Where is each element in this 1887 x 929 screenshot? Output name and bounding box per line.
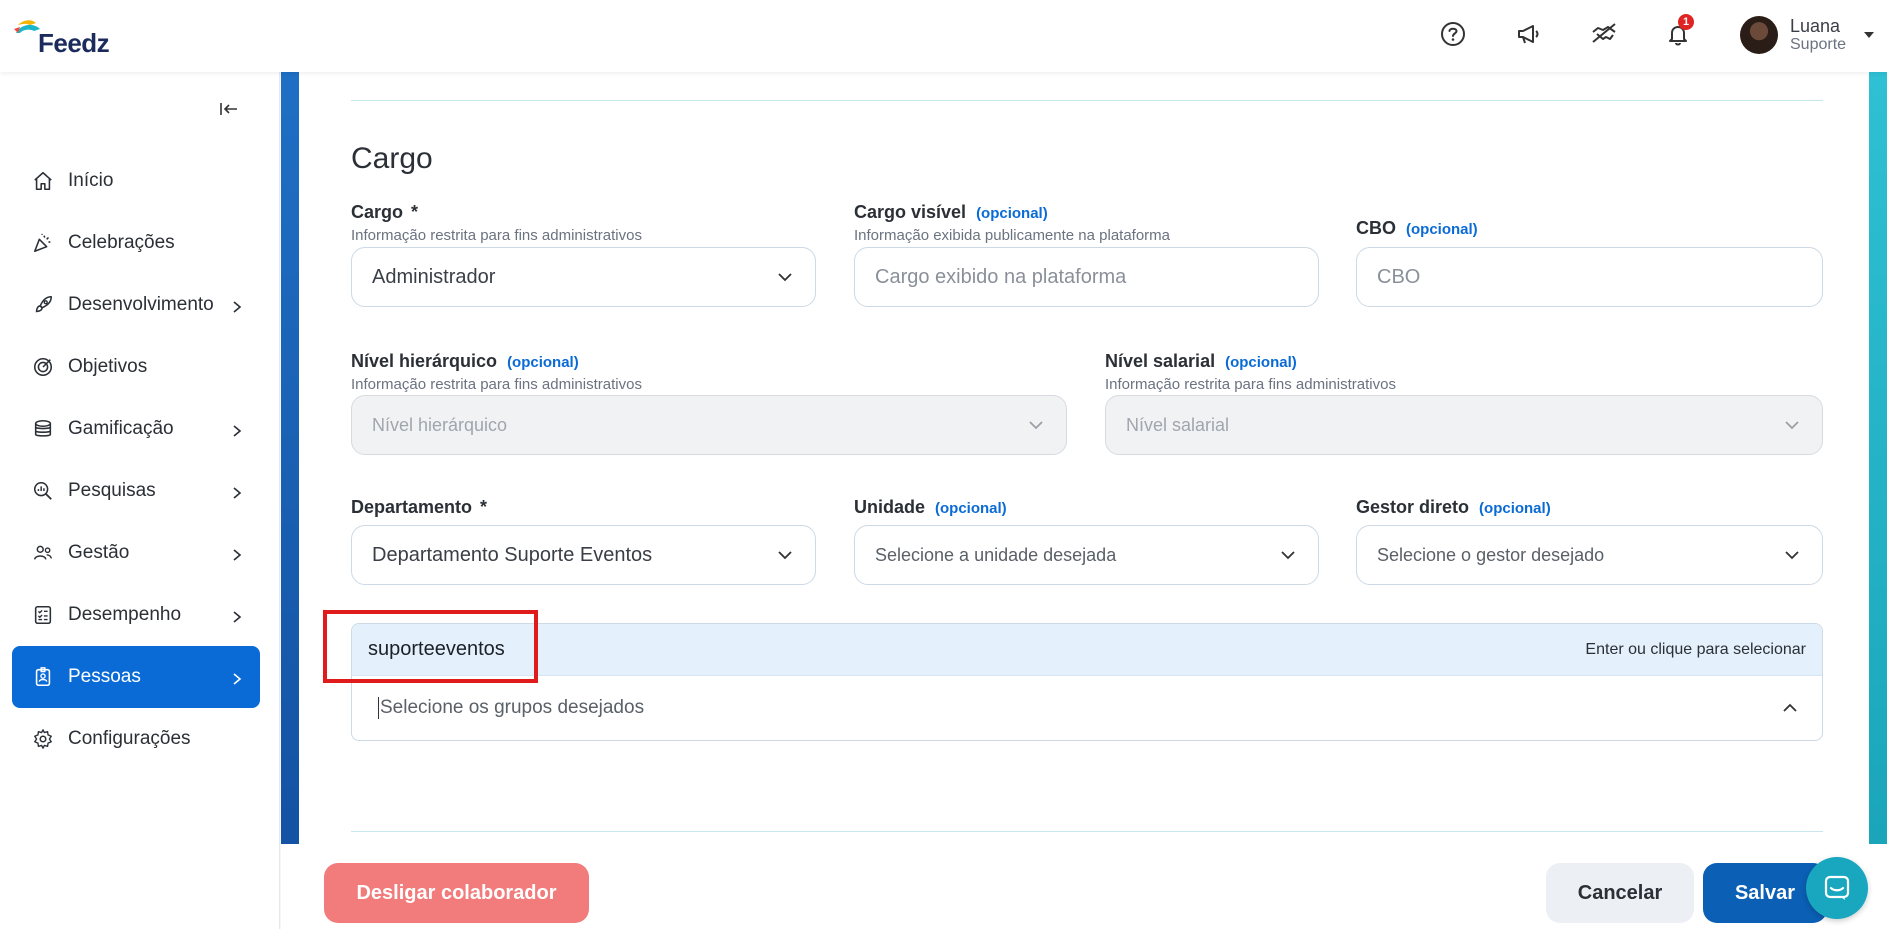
nivel-hierarquico-label: Nível hierárquico (opcional) <box>351 351 579 371</box>
sidebar-item-celebracoes[interactable]: Celebrações <box>12 212 260 274</box>
sidebar-item-label: Objetivos <box>68 356 148 377</box>
coins-icon <box>30 416 56 442</box>
sidebar-item-configuracoes[interactable]: Configurações <box>12 708 260 770</box>
cbo-input[interactable]: CBO <box>1356 247 1823 307</box>
grupos-option-label: suporteeventos <box>368 638 505 660</box>
cargo-visivel-input[interactable]: Cargo exibido na plataforma <box>854 247 1319 307</box>
brand-name: Feedz <box>38 28 110 58</box>
sidebar-item-label: Gestão <box>68 542 130 563</box>
chevron-down-icon <box>1281 551 1295 560</box>
user-name: Luana <box>1790 16 1841 36</box>
chat-icon <box>1824 875 1850 900</box>
handshake-icon[interactable] <box>1588 18 1620 50</box>
bell-icon[interactable]: 1 <box>1662 14 1694 50</box>
sidebar-item-gamificacao[interactable]: Gamificação <box>12 398 260 460</box>
cargo-select[interactable]: Administrador <box>351 247 816 307</box>
sidebar-item-label: Configurações <box>68 728 191 749</box>
target-icon <box>30 354 56 380</box>
cargo-visivel-help: Informação exibida publicamente na plata… <box>854 227 1171 244</box>
grupos-multiselect[interactable]: suporteeventos Enter ou clique para sele… <box>351 623 1823 741</box>
unidade-select[interactable]: Selecione a unidade desejada <box>854 525 1319 585</box>
rocket-icon <box>30 292 56 318</box>
collapse-sidebar-icon[interactable] <box>218 98 240 120</box>
caret-down-icon <box>1864 32 1875 38</box>
nivel-salarial-select: Nível salarial <box>1105 395 1823 455</box>
sidebar-item-label: Pessoas <box>68 666 141 687</box>
unidade-label: Unidade (opcional) <box>854 497 1007 517</box>
user-role: Suporte <box>1790 36 1847 53</box>
cargo-help: Informação restrita para fins administra… <box>351 227 642 244</box>
megaphone-icon[interactable] <box>1512 18 1544 50</box>
gear-icon <box>30 726 56 752</box>
chevron-down-icon <box>778 273 792 282</box>
sidebar-item-label: Pesquisas <box>68 480 156 501</box>
feedz-logo[interactable]: Feedz <box>12 12 110 59</box>
grupos-option[interactable]: suporteeventos Enter ou clique para sele… <box>352 624 1822 676</box>
chevron-right-icon <box>230 422 244 437</box>
sidebar-item-inicio[interactable]: Início <box>12 150 260 212</box>
sidebar-item-label: Desempenho <box>68 604 182 625</box>
divider <box>351 100 1823 101</box>
chevron-down-icon <box>1785 551 1799 560</box>
home-icon <box>30 168 56 194</box>
text-cursor <box>378 696 379 719</box>
sidebar-item-label: Início <box>68 170 114 191</box>
chevron-down-icon <box>778 551 792 560</box>
grupos-option-hint: Enter ou clique para selecionar <box>1585 640 1806 658</box>
user-menu[interactable]: Luana Suporte <box>1740 16 1875 54</box>
content-strip-left <box>281 72 299 844</box>
gestor-select[interactable]: Selecione o gestor desejado <box>1356 525 1823 585</box>
avatar <box>1740 16 1778 54</box>
chevron-right-icon <box>230 670 244 685</box>
sidebar-item-pessoas[interactable]: Pessoas <box>12 646 260 708</box>
chevron-right-icon <box>230 484 244 499</box>
section-title: Cargo <box>351 142 433 175</box>
sidebar-item-desempenho[interactable]: Desempenho <box>12 584 260 646</box>
chevron-right-icon <box>230 608 244 623</box>
cbo-label: CBO (opcional) <box>1356 218 1478 238</box>
chevron-down-icon <box>1785 421 1799 430</box>
nivel-salarial-help: Informação restrita para fins administra… <box>1105 376 1396 393</box>
help-icon[interactable] <box>1437 18 1469 50</box>
nivel-hierarquico-help: Informação restrita para fins administra… <box>351 376 642 393</box>
party-icon <box>30 230 56 256</box>
sidebar-item-desenvolvimento[interactable]: Desenvolvimento <box>12 274 260 336</box>
sidebar: Início Celebrações Desenvolvimento Objetivo… <box>0 72 280 929</box>
divider <box>351 831 1823 832</box>
sidebar-item-pesquisas[interactable]: Pesquisas <box>12 460 260 522</box>
search-chart-icon <box>30 478 56 504</box>
sidebar-nav: Início Celebrações Desenvolvimento Objetivo… <box>12 150 260 770</box>
people-icon <box>30 540 56 566</box>
nivel-hierarquico-select: Nível hierárquico <box>351 395 1067 455</box>
cancel-button[interactable]: Cancelar <box>1546 863 1694 923</box>
top-header: Feedz 1 Luana Suporte <box>0 0 1887 72</box>
chevron-up-icon[interactable] <box>1780 698 1800 718</box>
chevron-right-icon <box>230 546 244 561</box>
content-strip-right <box>1869 72 1887 844</box>
chevron-right-icon <box>230 298 244 313</box>
cargo-label: Cargo * <box>351 202 419 222</box>
grupos-placeholder: Selecione os grupos desejados <box>380 697 645 718</box>
checklist-icon <box>30 602 56 628</box>
chat-button[interactable] <box>1806 857 1868 919</box>
chevron-down-icon <box>1029 421 1043 430</box>
gestor-label: Gestor direto (opcional) <box>1356 497 1551 517</box>
sidebar-item-gestao[interactable]: Gestão <box>12 522 260 584</box>
nivel-salarial-label: Nível salarial (opcional) <box>1105 351 1297 371</box>
sidebar-item-label: Gamificação <box>68 418 174 439</box>
departamento-select[interactable]: Departamento Suporte Eventos <box>351 525 816 585</box>
badge-icon <box>30 664 56 690</box>
grupos-search-input[interactable]: Selecione os grupos desejados <box>352 676 1822 740</box>
cargo-visivel-label: Cargo visível (opcional) <box>854 202 1048 222</box>
sidebar-item-label: Desenvolvimento <box>68 294 214 315</box>
dismiss-employee-button[interactable]: Desligar colaborador <box>324 863 589 923</box>
notification-badge: 1 <box>1678 14 1694 30</box>
sidebar-item-label: Celebrações <box>68 232 175 253</box>
sidebar-item-objetivos[interactable]: Objetivos <box>12 336 260 398</box>
departamento-label: Departamento * <box>351 497 488 517</box>
